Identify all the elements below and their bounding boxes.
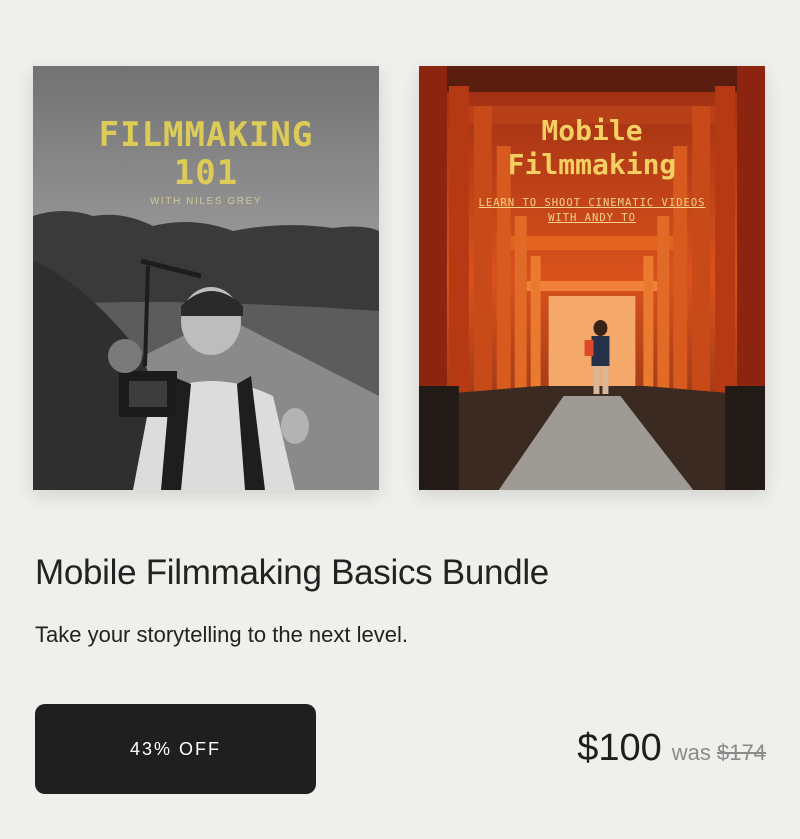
cover-title-line: Mobile [541,114,643,147]
mobile-filmmaking-title: Mobile Filmmaking [419,114,765,182]
original-price-amount: $174 [717,740,766,765]
current-price: $100 [577,727,662,769]
was-label: was [671,740,711,765]
cover-subtitle-line: WITH ANDY TO [548,212,636,224]
cover-subtitle-line: LEARN TO SHOOT CINEMATIC VIDEOS [478,197,706,209]
mobile-filmmaking-subtitle: LEARN TO SHOOT CINEMATIC VIDEOS WITH AND… [449,196,735,226]
product-description: Take your storytelling to the next level… [35,622,408,647]
filmmaking-101-subtitle: WITH NILES GREY [149,196,263,207]
cover-title-line: FILMMAKING [98,115,314,155]
cover-title-line: Filmmaking [507,148,677,181]
price-block: $100 was $174 [577,727,766,770]
original-price: was $174 [672,740,766,766]
filmmaking-101-title: FILMMAKING 101 [33,116,379,192]
product-title: Mobile Filmmaking Basics Bundle [35,553,549,592]
mobile-filmmaking-cover[interactable]: Mobile Filmmaking LEARN TO SHOOT CINEMAT… [419,66,765,490]
filmmaking-101-cover[interactable]: FILMMAKING 101 WITH NILES GREY [33,66,379,490]
cover-title-line: 101 [173,153,239,193]
discount-button[interactable]: 43% OFF [35,704,316,794]
